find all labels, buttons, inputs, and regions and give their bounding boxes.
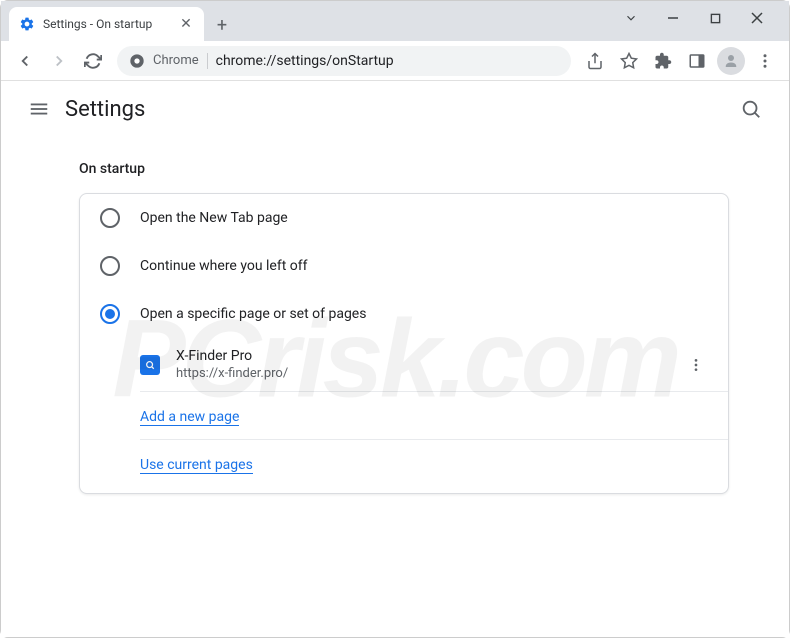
- new-tab-button[interactable]: +: [208, 11, 236, 39]
- bookmark-icon[interactable]: [615, 47, 643, 75]
- page-url: https://x-finder.pro/: [176, 366, 668, 381]
- page-content: PCrisk.com Settings On startup Open the …: [1, 81, 789, 637]
- section-title: On startup: [79, 161, 729, 177]
- minimize-button[interactable]: [661, 6, 685, 30]
- radio-option-new-tab[interactable]: Open the New Tab page: [80, 194, 728, 242]
- sidepanel-icon[interactable]: [683, 47, 711, 75]
- maximize-button[interactable]: [703, 6, 727, 30]
- radio-label: Open the New Tab page: [140, 210, 288, 226]
- chrome-icon: [129, 53, 145, 69]
- page-more-button[interactable]: [684, 357, 708, 373]
- page-title: Settings: [65, 97, 145, 122]
- share-icon[interactable]: [581, 47, 609, 75]
- forward-button[interactable]: [45, 47, 73, 75]
- radio-icon-selected: [100, 304, 120, 324]
- radio-icon: [100, 208, 120, 228]
- menu-icon[interactable]: [751, 47, 779, 75]
- window-controls: [619, 6, 781, 36]
- radio-label: Open a specific page or set of pages: [140, 306, 366, 322]
- hamburger-menu-button[interactable]: [19, 89, 59, 129]
- window-titlebar: Settings - On startup ✕ +: [1, 1, 789, 41]
- page-info: X-Finder Pro https://x-finder.pro/: [176, 348, 668, 381]
- omnibox-source-label: Chrome: [153, 53, 199, 68]
- use-current-row: Use current pages: [140, 440, 728, 487]
- add-page-link[interactable]: Add a new page: [140, 409, 239, 426]
- startup-pages-section: X-Finder Pro https://x-finder.pro/ Add a…: [140, 338, 728, 487]
- profile-button[interactable]: [717, 47, 745, 75]
- tab-title: Settings - On startup: [43, 17, 170, 31]
- reload-button[interactable]: [79, 47, 107, 75]
- search-icon: [140, 355, 160, 375]
- use-current-link[interactable]: Use current pages: [140, 457, 253, 474]
- add-page-row: Add a new page: [140, 392, 728, 440]
- address-bar[interactable]: Chrome chrome://settings/onStartup: [117, 46, 571, 76]
- back-button[interactable]: [11, 47, 39, 75]
- omnibox-url: chrome://settings/onStartup: [216, 53, 559, 69]
- settings-body: On startup Open the New Tab page Continu…: [1, 137, 789, 494]
- radio-option-continue[interactable]: Continue where you left off: [80, 242, 728, 290]
- extensions-icon[interactable]: [649, 47, 677, 75]
- search-settings-button[interactable]: [731, 89, 771, 129]
- radio-label: Continue where you left off: [140, 258, 308, 274]
- page-name: X-Finder Pro: [176, 348, 668, 364]
- settings-card: Open the New Tab page Continue where you…: [79, 193, 729, 494]
- browser-toolbar: Chrome chrome://settings/onStartup: [1, 41, 789, 81]
- startup-page-item: X-Finder Pro https://x-finder.pro/: [140, 338, 728, 392]
- browser-tab[interactable]: Settings - On startup ✕: [9, 7, 204, 41]
- radio-option-specific-page[interactable]: Open a specific page or set of pages: [80, 290, 728, 338]
- divider: [207, 53, 208, 69]
- settings-header: Settings: [1, 81, 789, 137]
- gear-icon: [19, 16, 35, 32]
- close-button[interactable]: [745, 6, 769, 30]
- chevron-down-icon[interactable]: [619, 6, 643, 30]
- radio-icon: [100, 256, 120, 276]
- tab-close-icon[interactable]: ✕: [178, 16, 194, 32]
